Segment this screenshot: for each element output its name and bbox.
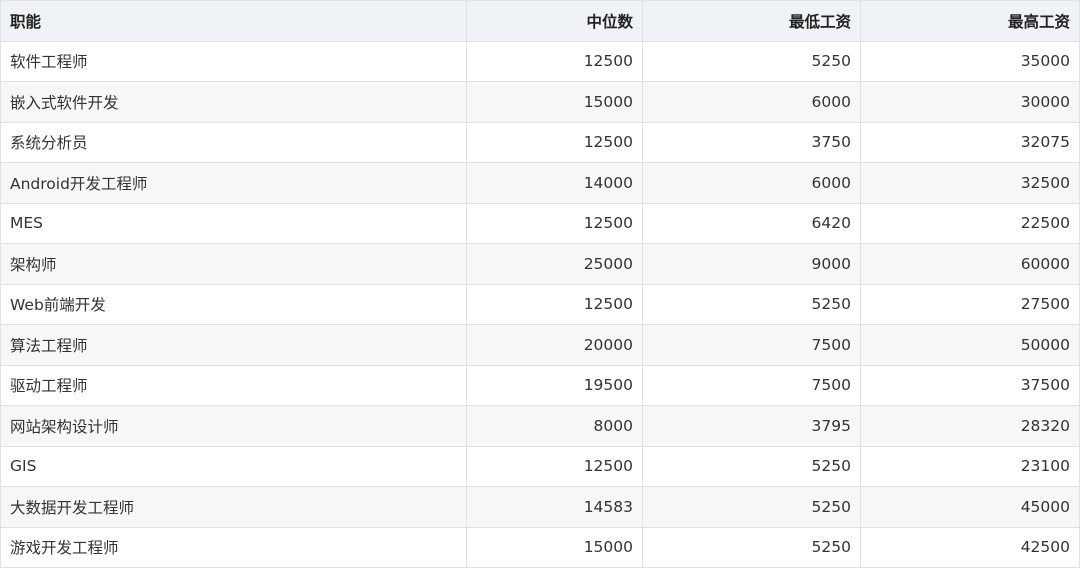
cell-max-salary: 32075 bbox=[860, 121, 1080, 164]
salary-table: 职能 中位数 最低工资 最高工资 软件工程师 12500 5250 35000 … bbox=[0, 0, 1080, 569]
table-row: 架构师 25000 9000 60000 bbox=[0, 243, 1080, 285]
table-row: 驱动工程师 19500 7500 37500 bbox=[0, 364, 1080, 407]
cell-min-salary: 7500 bbox=[642, 364, 861, 407]
table-row: 系统分析员 12500 3750 32075 bbox=[0, 121, 1080, 164]
cell-max-salary: 23100 bbox=[860, 445, 1080, 488]
cell-median: 14000 bbox=[466, 162, 643, 204]
cell-median: 15000 bbox=[466, 526, 643, 569]
cell-min-salary: 9000 bbox=[642, 243, 861, 285]
table-row: 算法工程师 20000 7500 50000 bbox=[0, 324, 1080, 366]
cell-role: 驱动工程师 bbox=[0, 364, 467, 407]
header-row: 职能 中位数 最低工资 最高工资 bbox=[0, 0, 1080, 42]
cell-min-salary: 6000 bbox=[642, 162, 861, 204]
table-row: Web前端开发 12500 5250 27500 bbox=[0, 283, 1080, 326]
cell-median: 12500 bbox=[466, 445, 643, 488]
cell-min-salary: 7500 bbox=[642, 324, 861, 366]
cell-max-salary: 30000 bbox=[860, 81, 1080, 123]
table-row: 嵌入式软件开发 15000 6000 30000 bbox=[0, 81, 1080, 123]
table-row: 大数据开发工程师 14583 5250 45000 bbox=[0, 486, 1080, 528]
cell-median: 14583 bbox=[466, 486, 643, 528]
cell-role: 算法工程师 bbox=[0, 324, 467, 366]
cell-max-salary: 45000 bbox=[860, 486, 1080, 528]
cell-max-salary: 32500 bbox=[860, 162, 1080, 204]
table-row: MES 12500 6420 22500 bbox=[0, 202, 1080, 245]
cell-median: 20000 bbox=[466, 324, 643, 366]
header-max-salary: 最高工资 bbox=[860, 0, 1080, 42]
cell-max-salary: 22500 bbox=[860, 202, 1080, 245]
cell-max-salary: 28320 bbox=[860, 405, 1080, 447]
cell-min-salary: 5250 bbox=[642, 283, 861, 326]
cell-role: Android开发工程师 bbox=[0, 162, 467, 204]
cell-median: 12500 bbox=[466, 121, 643, 164]
cell-role: 网站架构设计师 bbox=[0, 405, 467, 447]
table-row: 软件工程师 12500 5250 35000 bbox=[0, 40, 1080, 83]
cell-role: 软件工程师 bbox=[0, 40, 467, 83]
cell-median: 12500 bbox=[466, 283, 643, 326]
cell-role: 嵌入式软件开发 bbox=[0, 81, 467, 123]
cell-max-salary: 37500 bbox=[860, 364, 1080, 407]
cell-median: 19500 bbox=[466, 364, 643, 407]
cell-role: GIS bbox=[0, 445, 467, 488]
cell-role: 架构师 bbox=[0, 243, 467, 285]
cell-min-salary: 5250 bbox=[642, 486, 861, 528]
cell-max-salary: 27500 bbox=[860, 283, 1080, 326]
cell-min-salary: 5250 bbox=[642, 445, 861, 488]
cell-role: 系统分析员 bbox=[0, 121, 467, 164]
cell-median: 8000 bbox=[466, 405, 643, 447]
cell-median: 15000 bbox=[466, 81, 643, 123]
cell-min-salary: 6420 bbox=[642, 202, 861, 245]
table-header: 职能 中位数 最低工资 最高工资 bbox=[0, 0, 1080, 42]
cell-median: 12500 bbox=[466, 40, 643, 83]
table-row: Android开发工程师 14000 6000 32500 bbox=[0, 162, 1080, 204]
cell-max-salary: 35000 bbox=[860, 40, 1080, 83]
cell-role: Web前端开发 bbox=[0, 283, 467, 326]
cell-role: MES bbox=[0, 202, 467, 245]
cell-role: 游戏开发工程师 bbox=[0, 526, 467, 569]
table-row: 网站架构设计师 8000 3795 28320 bbox=[0, 405, 1080, 447]
table-row: GIS 12500 5250 23100 bbox=[0, 445, 1080, 488]
cell-min-salary: 3750 bbox=[642, 121, 861, 164]
cell-max-salary: 60000 bbox=[860, 243, 1080, 285]
cell-min-salary: 6000 bbox=[642, 81, 861, 123]
header-role: 职能 bbox=[0, 0, 467, 42]
cell-role: 大数据开发工程师 bbox=[0, 486, 467, 528]
table-row: 游戏开发工程师 15000 5250 42500 bbox=[0, 526, 1080, 569]
header-median: 中位数 bbox=[466, 0, 643, 42]
cell-min-salary: 5250 bbox=[642, 40, 861, 83]
cell-max-salary: 50000 bbox=[860, 324, 1080, 366]
cell-min-salary: 3795 bbox=[642, 405, 861, 447]
cell-median: 25000 bbox=[466, 243, 643, 285]
cell-median: 12500 bbox=[466, 202, 643, 245]
cell-max-salary: 42500 bbox=[860, 526, 1080, 569]
header-min-salary: 最低工资 bbox=[642, 0, 861, 42]
cell-min-salary: 5250 bbox=[642, 526, 861, 569]
table-body: 软件工程师 12500 5250 35000 嵌入式软件开发 15000 600… bbox=[0, 40, 1080, 569]
